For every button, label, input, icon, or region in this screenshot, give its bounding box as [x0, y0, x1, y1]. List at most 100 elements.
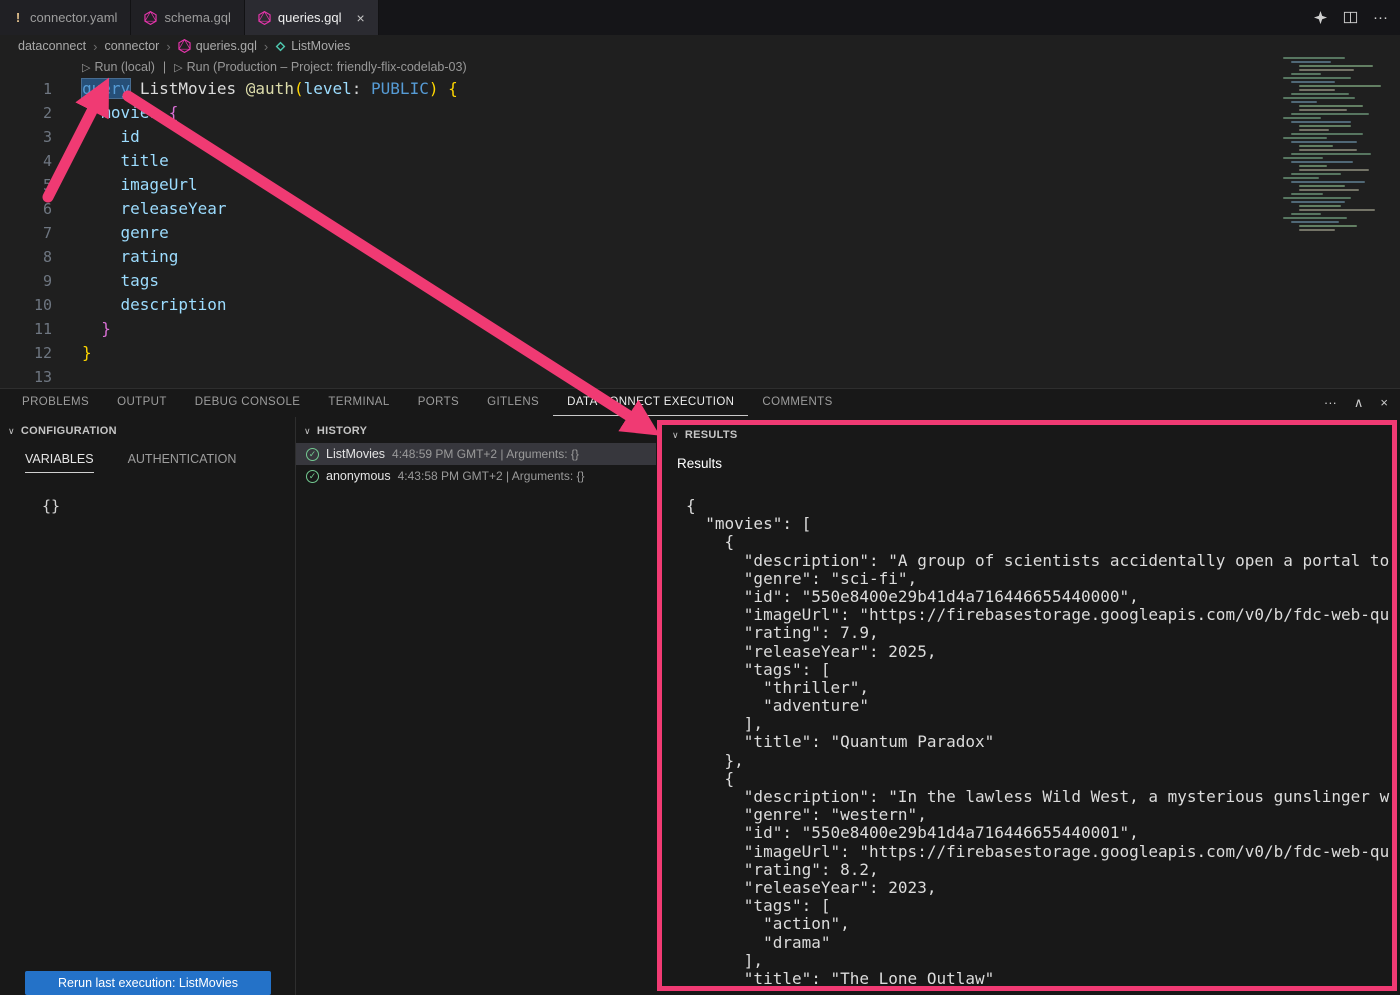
results-json-line: }, [686, 752, 1394, 770]
chevron-down-icon: ∨ [8, 426, 15, 437]
history-entry-meta: 4:48:59 PM GMT+2 | Arguments: {} [392, 447, 579, 461]
panel-tab-gitlens[interactable]: GITLENS [473, 389, 553, 416]
results-json-line: "title": "Quantum Paradox" [686, 733, 1394, 751]
breadcrumb-item-connector[interactable]: connector [104, 39, 159, 53]
minimap-line [1299, 125, 1351, 127]
history-list: ✓ ListMovies 4:48:59 PM GMT+2 | Arguments:… [296, 443, 656, 487]
code-line[interactable]: 4 title [0, 149, 1283, 173]
panel-maximize-icon[interactable]: ∧ [1354, 395, 1364, 411]
code-line[interactable]: 13 [0, 365, 1283, 388]
results-json-output[interactable]: { "movies": [ { "description": "A group … [686, 497, 1394, 989]
codelens-separator: | [163, 60, 166, 74]
code-line[interactable]: 8 rating [0, 245, 1283, 269]
history-entry-listmovies[interactable]: ✓ListMovies4:48:59 PM GMT+2 | Arguments:… [296, 443, 656, 465]
breadcrumb: dataconnect›connector›queries.gql›ListMo… [0, 35, 1400, 57]
panel-close-icon[interactable]: × [1380, 395, 1388, 410]
copilot-icon[interactable] [1313, 10, 1328, 25]
results-json-line: "rating": 7.9, [686, 624, 1394, 642]
tab-label: queries.gql [278, 10, 342, 25]
breadcrumb-item-queries-gql[interactable]: queries.gql [178, 39, 257, 53]
code-line[interactable]: 5 imageUrl [0, 173, 1283, 197]
play-icon: ▷ [82, 61, 90, 74]
panel-tab-terminal[interactable]: TERMINAL [314, 389, 403, 416]
panel-tab-data-connect-execution[interactable]: DATA CONNECT EXECUTION [553, 389, 748, 416]
results-json-line: "thriller", [686, 679, 1394, 697]
minimap-line [1299, 65, 1373, 67]
panel-tab-output[interactable]: OUTPUT [103, 389, 181, 416]
vscode-window: { "colors": { "annotation_pink": "#f03a7… [0, 0, 1400, 995]
minimap-line [1299, 85, 1381, 87]
history-entry-anonymous[interactable]: ✓anonymous4:43:58 PM GMT+2 | Arguments: … [296, 465, 656, 487]
rerun-button[interactable]: Rerun last execution: ListMovies [25, 971, 271, 995]
line-number: 11 [0, 317, 52, 341]
code-text: movies { [52, 101, 178, 125]
line-number: 12 [0, 341, 52, 365]
panel-tabs: PROBLEMSOUTPUTDEBUG CONSOLETERMINALPORTS… [8, 389, 847, 416]
split-editor-icon[interactable] [1343, 10, 1358, 25]
code-line[interactable]: 2 movies { [0, 101, 1283, 125]
panel-tab-problems[interactable]: PROBLEMS [8, 389, 103, 416]
tab-authentication[interactable]: AUTHENTICATION [128, 452, 237, 473]
editor-tab-schema-gql[interactable]: schema.gql [131, 0, 244, 35]
bottom-panel: PROBLEMSOUTPUTDEBUG CONSOLETERMINALPORTS… [0, 388, 1400, 995]
panel-tab-debug-console[interactable]: DEBUG CONSOLE [181, 389, 315, 416]
code-editor[interactable]: 1query ListMovies @auth(level: PUBLIC) {… [0, 77, 1283, 388]
history-entry-name: ListMovies [326, 447, 385, 461]
chevron-down-icon: ∨ [672, 430, 679, 441]
results-header[interactable]: ∨ RESULTS [656, 417, 1400, 441]
breadcrumb-label: queries.gql [196, 39, 257, 53]
run-production-link[interactable]: ▷ Run (Production – Project: friendly-fl… [174, 60, 466, 74]
history-header-label: HISTORY [317, 425, 367, 437]
minimap-line [1283, 197, 1351, 199]
panel-more-icon[interactable]: ··· [1324, 395, 1337, 410]
minimap-line [1291, 101, 1317, 103]
breadcrumb-item-listmovies[interactable]: ListMovies [275, 39, 350, 53]
chevron-down-icon: ∨ [304, 426, 311, 437]
line-number: 8 [0, 245, 52, 269]
results-json-line: "releaseYear": 2025, [686, 643, 1394, 661]
code-text: releaseYear [52, 197, 227, 221]
code-line[interactable]: 6 releaseYear [0, 197, 1283, 221]
code-line[interactable]: 11 } [0, 317, 1283, 341]
breadcrumb-label: ListMovies [291, 39, 350, 53]
breadcrumb-item-dataconnect[interactable]: dataconnect [18, 39, 86, 53]
code-line[interactable]: 1query ListMovies @auth(level: PUBLIC) { [0, 77, 1283, 101]
panel-tab-ports[interactable]: PORTS [404, 389, 473, 416]
run-local-link[interactable]: ▷ Run (local) [82, 60, 155, 74]
history-entry-meta: 4:43:58 PM GMT+2 | Arguments: {} [398, 469, 585, 483]
results-json-line: "id": "550e8400e29b41d4a716446655440001"… [686, 824, 1394, 842]
minimap-line [1291, 133, 1363, 135]
code-line[interactable]: 9 tags [0, 269, 1283, 293]
minimap[interactable] [1283, 57, 1397, 241]
query-symbol-icon [275, 41, 286, 52]
results-json-line: "imageUrl": "https://firebasestorage.goo… [686, 843, 1394, 861]
minimap-line [1299, 169, 1369, 171]
line-number: 7 [0, 221, 52, 245]
minimap-line [1299, 69, 1354, 71]
tab-close-icon[interactable]: × [357, 10, 365, 26]
tab-variables[interactable]: VARIABLES [25, 452, 94, 473]
editor-more-actions-icon[interactable]: ··· [1373, 9, 1388, 26]
code-line[interactable]: 7 genre [0, 221, 1283, 245]
editor-tab-queries-gql[interactable]: queries.gql × [245, 0, 379, 35]
code-text: } [52, 341, 92, 365]
results-json-line: "genre": "sci-fi", [686, 570, 1394, 588]
check-circle-icon: ✓ [306, 470, 319, 483]
results-json-line: "adventure" [686, 697, 1394, 715]
code-line[interactable]: 3 id [0, 125, 1283, 149]
results-json-line: { [686, 770, 1394, 788]
minimap-line [1283, 137, 1327, 139]
yaml-warning-icon: ! [13, 10, 23, 25]
breadcrumb-label: dataconnect [18, 39, 86, 53]
history-header[interactable]: ∨ HISTORY [296, 417, 656, 437]
code-line[interactable]: 12} [0, 341, 1283, 365]
panel-tab-comments[interactable]: COMMENTS [748, 389, 846, 416]
results-json-line: "action", [686, 915, 1394, 933]
breadcrumb-separator: › [166, 39, 170, 54]
minimap-line [1299, 185, 1345, 187]
panel-actions: ··· ∧ × [1324, 389, 1388, 416]
code-line[interactable]: 10 description [0, 293, 1283, 317]
code-text: } [52, 317, 111, 341]
configuration-header[interactable]: ∨ CONFIGURATION [0, 417, 295, 437]
editor-tab-connector-yaml[interactable]: !connector.yaml [0, 0, 131, 35]
